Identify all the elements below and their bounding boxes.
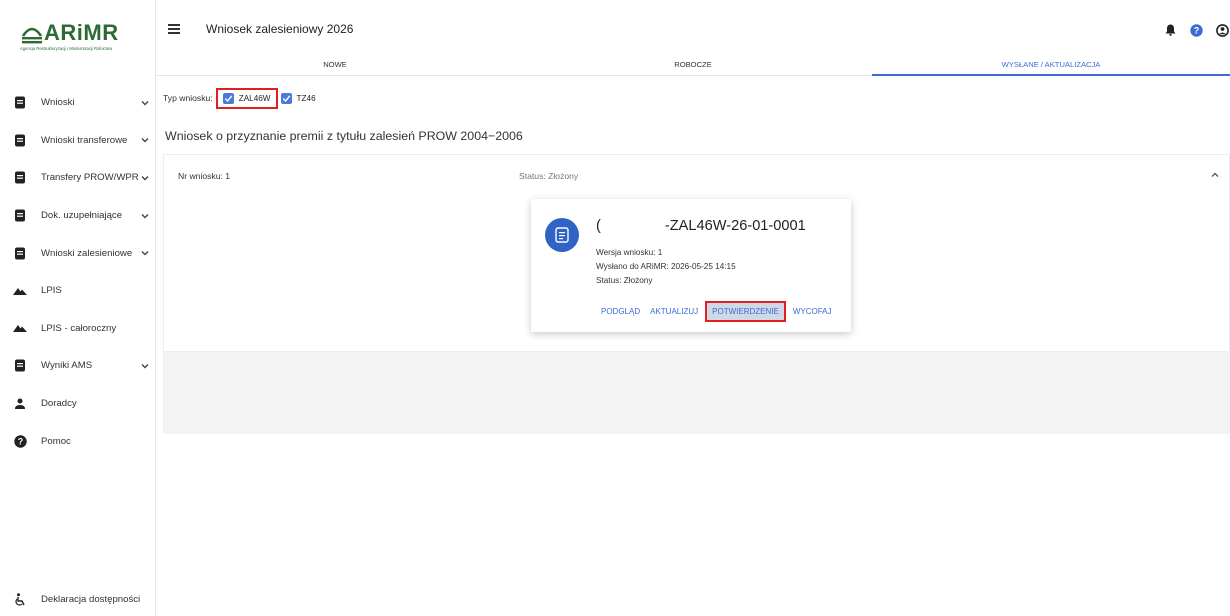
checkbox-checked-icon [280,92,292,104]
sidebar-item-doradcy[interactable]: Doradcy [0,385,156,423]
sidebar-item-label: Wnioski [41,97,75,109]
redacted-mask [602,219,661,233]
account-icon[interactable] [1214,22,1230,38]
sidebar-item-label: LPIS [41,285,62,297]
sidebar-item-label: Transfery PROW/WPR [41,172,139,184]
header-actions: ? [1162,20,1230,40]
number-prefix: ( [596,218,601,234]
chevron-down-icon [141,138,149,143]
arimr-logo[interactable]: ARiMR Agencja Restrukturyzacji i Moderni… [10,16,150,60]
footer-label: Deklaracja dostępności [41,593,141,605]
checkbox-label: TZ46 [296,93,316,103]
sidebar-item-wnioski[interactable]: Wnioski [0,84,156,122]
status-text: Status: Złożony [596,276,653,285]
help-icon[interactable]: ? [1188,22,1204,38]
version-text: Wersja wniosku: 1 [596,248,663,257]
tab-nowe[interactable]: NOWE [156,50,514,76]
application-card: ( -ZAL46W-26-01-0001 Wersja wniosku: 1 W… [531,199,851,332]
document-icon [12,208,28,224]
sidebar: ARiMR Agencja Restrukturyzacji i Moderni… [0,0,156,616]
tab-bar: NOWE ROBOCZE WYSŁANE / AKTUALIZACJA [156,50,1230,76]
sidebar-item-wyniki-ams[interactable]: Wyniki AMS [0,347,156,385]
chevron-down-icon [141,175,149,181]
logo-mark-icon [21,27,43,44]
checkbox-label: ZAL46W [238,93,271,103]
sidebar-item-label: Wyniki AMS [41,360,93,372]
mountain-icon [12,283,28,299]
accessibility-icon [12,591,28,607]
svg-text:?: ? [1193,25,1199,35]
filter-label: Typ wniosku: [163,93,213,103]
sidebar-item-lpis[interactable]: LPIS [0,272,156,310]
number-suffix: -ZAL46W-26-01-0001 [664,218,806,234]
sidebar-item-label: LPIS - całoroczny [41,322,117,334]
checkbox-tz46[interactable]: TZ46 [280,92,316,104]
tab-robocze[interactable]: ROBOCZE [514,50,872,76]
sidebar-item-label: Wnioski zalesieniowe [41,247,133,259]
withdraw-button[interactable]: WYCOFAJ [788,303,837,320]
document-icon [12,132,28,148]
confirmation-button[interactable]: POTWIERDZENIE [705,301,786,322]
expansion-panel-header[interactable]: Nr wniosku: 1 Status: Złożony [164,155,1229,193]
sent-text: Wysłano do ARiMR: 2026-05-25 14:15 [596,262,736,271]
logo-tagline: Agencja Restrukturyzacji i Modernizacji … [20,46,113,51]
section-title: Wniosek o przyznanie premii z tytułu zal… [165,129,523,143]
application-meta: Wersja wniosku: 1 Wysłano do ARiMR: 2026… [596,246,736,288]
sidebar-item-lpis-caloroczny[interactable]: LPIS - całoroczny [0,310,156,348]
document-icon [12,95,28,111]
chevron-down-icon [141,100,149,106]
sidebar-item-wnioski-transferowe[interactable]: Wnioski transferowe [0,122,156,160]
help-circle-icon: ? [12,433,28,449]
mountain-icon [12,320,28,336]
sidebar-item-label: Wnioski transferowe [41,134,128,146]
sidebar-item-transfery-prow-wpr[interactable]: Transfery PROW/WPR [0,159,156,197]
application-number: ( -ZAL46W-26-01-0001 [596,218,806,234]
sidebar-item-accessibility[interactable]: Deklaracja dostępności [0,586,156,612]
chevron-down-icon [141,363,149,369]
checkbox-checked-icon [222,92,234,104]
document-icon [12,170,28,186]
menu-icon[interactable] [168,24,180,34]
bell-icon[interactable] [1162,22,1178,38]
chevron-down-icon [141,213,149,219]
update-button[interactable]: AKTUALIZUJ [645,303,703,320]
sidebar-item-dok-uzupelniajace[interactable]: Dok. uzupełniające [0,197,156,235]
checkbox-zal46w[interactable]: ZAL46W [215,87,278,109]
sidebar-item-label: Doradcy [41,398,77,410]
preview-button[interactable]: PODGLĄD [596,303,645,320]
tab-wyslane-aktualizacja[interactable]: WYSŁANE / AKTUALIZACJA [872,50,1230,76]
sidebar-item-pomoc[interactable]: ? Pomoc [0,422,156,460]
sidebar-item-label: Dok. uzupełniające [41,210,123,222]
status-label: Status: Złożony [519,171,579,181]
application-number-label: Nr wniosku: 1 [178,171,231,181]
app-header: Wniosek zalesieniowy 2026 ? NOWE ROBOCZE… [156,0,1230,76]
card-actions: PODGLĄD AKTUALIZUJ POTWIERDZENIE WYCOFAJ [596,301,837,322]
document-icon [12,358,28,374]
sidebar-item-wnioski-zalesieniowe[interactable]: Wnioski zalesieniowe [0,234,156,272]
main-content: Typ wniosku: ZAL46W TZ46 Wniosek o przyz… [156,76,1230,616]
svg-text:?: ? [17,436,23,446]
person-icon [12,396,28,412]
chevron-up-icon[interactable] [1209,169,1221,181]
document-avatar-icon [545,218,579,252]
application-type-filter: Typ wniosku: ZAL46W TZ46 [163,87,316,109]
document-icon [12,245,28,261]
page-title: Wniosek zalesieniowy 2026 [206,22,354,36]
chevron-down-icon [141,251,149,256]
logo-text: ARiMR [44,20,119,45]
sidebar-nav: Wnioski Wnioski transferowe Transfery PR… [0,84,156,460]
top-bar: Wniosek zalesieniowy 2026 ? [156,10,1230,50]
sidebar-item-label: Pomoc [41,435,71,447]
